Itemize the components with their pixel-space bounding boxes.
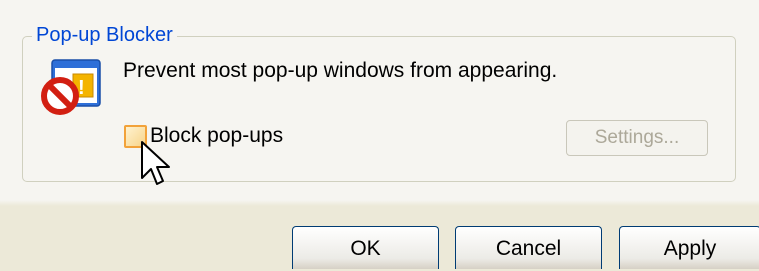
apply-button[interactable]: Apply (619, 226, 759, 269)
group-title: Pop-up Blocker (32, 23, 177, 47)
cancel-button[interactable]: Cancel (455, 226, 602, 269)
svg-text:!: ! (78, 77, 85, 99)
mouse-cursor-icon (141, 141, 170, 185)
popup-blocker-icon: ! (41, 59, 101, 115)
ok-button[interactable]: OK (292, 226, 439, 269)
panel-divider (0, 200, 759, 206)
popup-blocker-description: Prevent most pop-up windows from appeari… (123, 59, 558, 82)
settings-button: Settings... (566, 120, 708, 156)
